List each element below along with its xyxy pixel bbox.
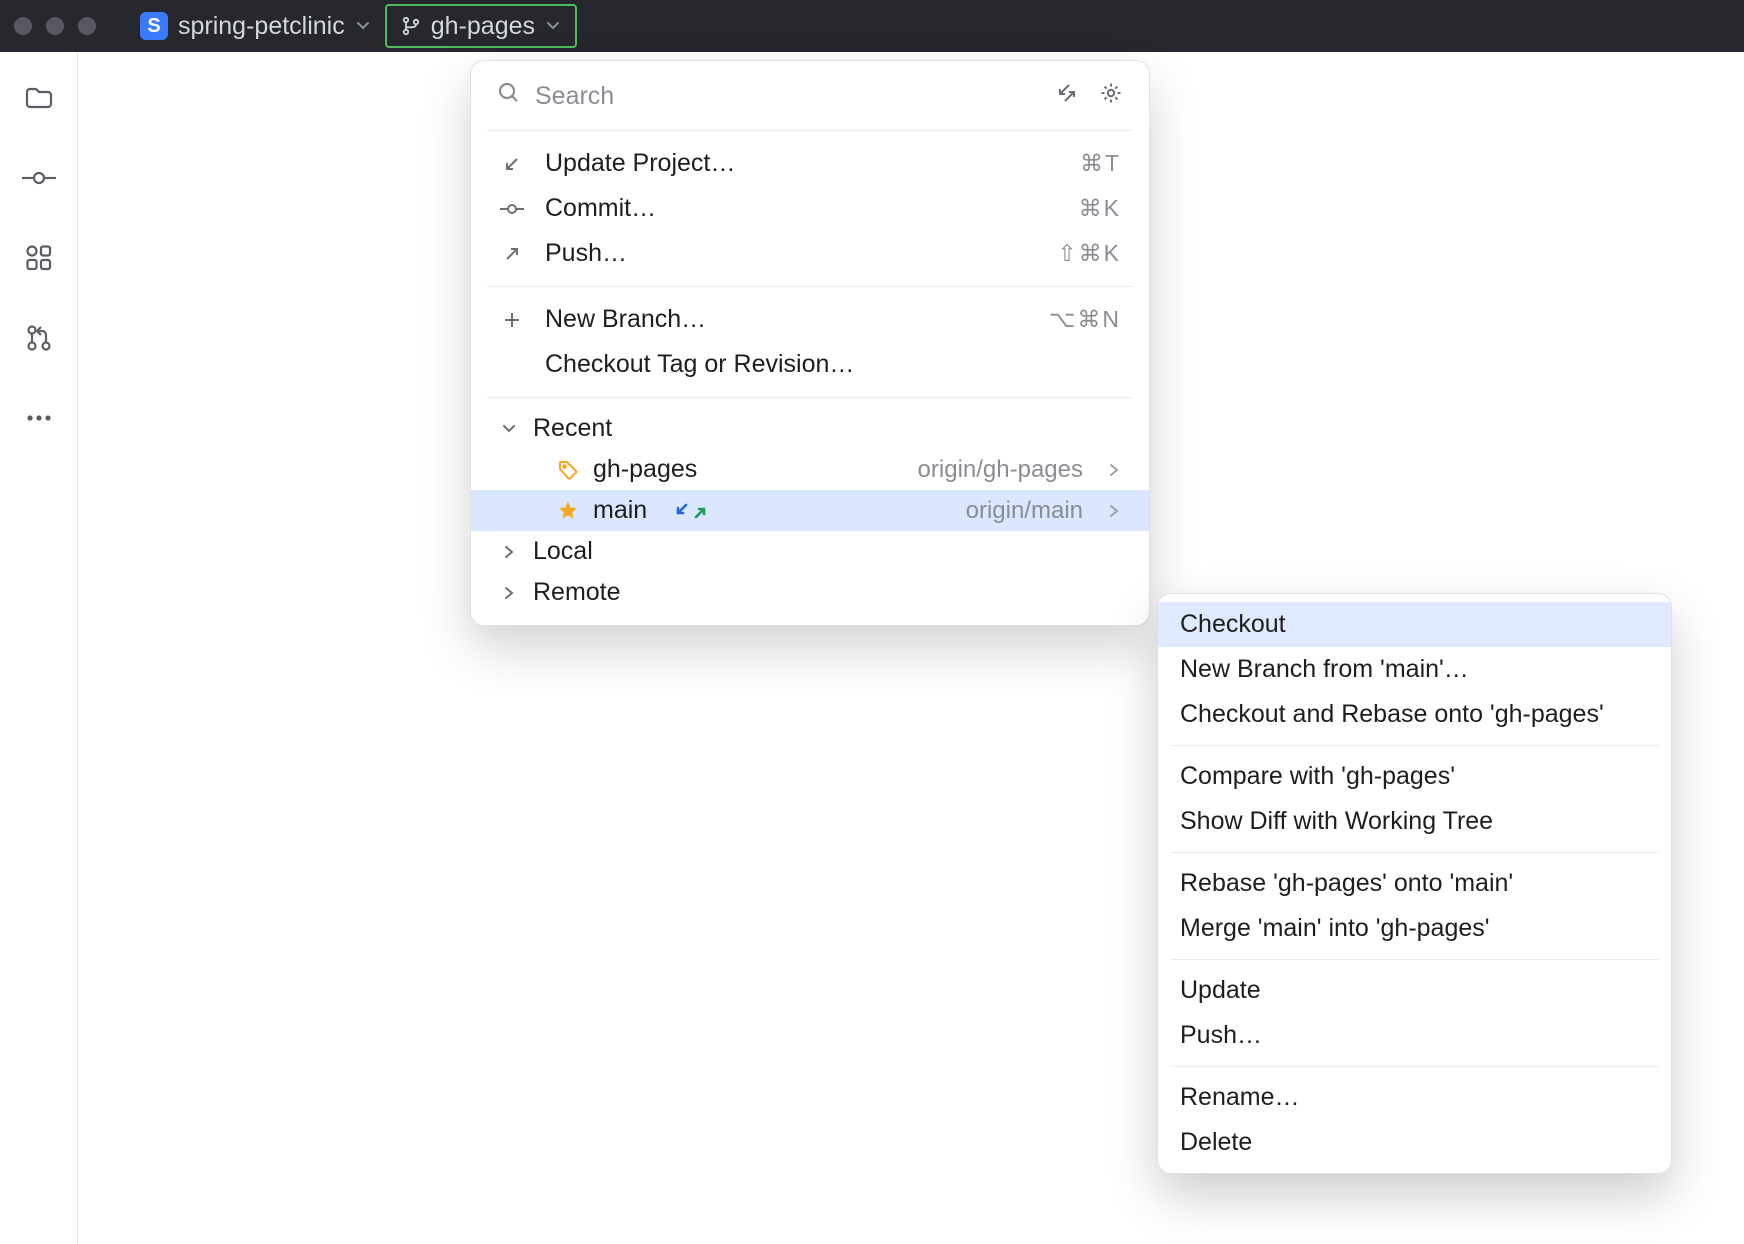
window-traffic-lights — [14, 17, 96, 35]
arrow-up-right-icon — [499, 244, 525, 264]
branch-name: gh-pages — [593, 455, 697, 484]
ctx-label: Push… — [1180, 1021, 1262, 1049]
ctx-delete[interactable]: Delete — [1158, 1120, 1671, 1165]
ctx-merge[interactable]: Merge 'main' into 'gh-pages' — [1158, 906, 1671, 951]
chevron-down-icon — [355, 18, 371, 34]
project-selector[interactable]: S spring-petclinic — [140, 12, 371, 41]
remote-label: Remote — [533, 578, 621, 607]
ctx-label: Checkout — [1180, 610, 1286, 638]
ctx-rebase[interactable]: Rebase 'gh-pages' onto 'main' — [1158, 861, 1671, 906]
pull-requests-tool-icon[interactable] — [21, 320, 57, 356]
ctx-label: Checkout and Rebase onto 'gh-pages' — [1180, 700, 1604, 728]
shortcut: ⌥⌘N — [1049, 306, 1121, 333]
ctx-push[interactable]: Push… — [1158, 1013, 1671, 1058]
shortcut: ⇧⌘K — [1057, 240, 1121, 267]
ctx-label: Rename… — [1180, 1083, 1300, 1111]
search-icon — [497, 81, 521, 112]
ctx-label: Delete — [1180, 1128, 1252, 1156]
branch-name: main — [593, 496, 647, 525]
new-branch-action[interactable]: New Branch… ⌥⌘N — [471, 297, 1149, 342]
recent-section-header[interactable]: Recent — [471, 408, 1149, 449]
push-action[interactable]: Push… ⇧⌘K — [471, 231, 1149, 276]
commit-tool-icon[interactable] — [21, 160, 57, 196]
branch-item-gh-pages[interactable]: gh-pages origin/gh-pages — [471, 449, 1149, 490]
chevron-right-icon — [1107, 455, 1121, 484]
chevron-down-icon — [499, 421, 519, 437]
ctx-label: Update — [1180, 976, 1261, 1004]
ctx-show-diff[interactable]: Show Diff with Working Tree — [1158, 799, 1671, 844]
branches-tree: Recent gh-pages origin/gh-pages main ori… — [471, 398, 1149, 613]
vcs-actions-section: Update Project… ⌘T Commit… ⌘K Push… ⇧⌘K — [471, 131, 1149, 276]
chevron-right-icon — [1107, 496, 1121, 525]
traffic-zoom-icon[interactable] — [78, 17, 96, 35]
incoming-outgoing-icon — [675, 502, 707, 520]
ctx-checkout-rebase[interactable]: Checkout and Rebase onto 'gh-pages' — [1158, 692, 1671, 737]
ctx-label: New Branch from 'main'… — [1180, 655, 1469, 683]
chevron-right-icon — [499, 545, 519, 559]
branches-popup: Update Project… ⌘T Commit… ⌘K Push… ⇧⌘K … — [470, 60, 1150, 626]
branch-selector[interactable]: gh-pages — [385, 4, 577, 48]
commit-action[interactable]: Commit… ⌘K — [471, 186, 1149, 231]
branch-ops-section: New Branch… ⌥⌘N Checkout Tag or Revision… — [471, 287, 1149, 387]
ctx-label: Rebase 'gh-pages' onto 'main' — [1180, 869, 1513, 897]
search-input[interactable] — [535, 82, 1041, 111]
arrow-down-left-icon — [499, 154, 525, 174]
current-branch-name: gh-pages — [431, 12, 535, 41]
left-toolbar — [0, 52, 78, 1244]
chevron-right-icon — [499, 586, 519, 600]
shortcut: ⌘T — [1080, 150, 1121, 177]
ctx-label: Show Diff with Working Tree — [1180, 807, 1493, 835]
traffic-close-icon[interactable] — [14, 17, 32, 35]
local-label: Local — [533, 537, 593, 566]
plus-icon — [499, 310, 525, 330]
titlebar: S spring-petclinic gh-pages — [0, 0, 1744, 52]
checkout-tag-label: Checkout Tag or Revision… — [545, 350, 854, 379]
tracking-remote: origin/main — [966, 497, 1083, 525]
divider — [1170, 1066, 1659, 1067]
tracking-remote: origin/gh-pages — [918, 456, 1083, 484]
structure-tool-icon[interactable] — [21, 240, 57, 276]
remote-section-header[interactable]: Remote — [471, 572, 1149, 613]
ctx-new-branch-from[interactable]: New Branch from 'main'… — [1158, 647, 1671, 692]
search-row — [471, 61, 1149, 130]
ctx-label: Merge 'main' into 'gh-pages' — [1180, 914, 1490, 942]
ctx-update[interactable]: Update — [1158, 968, 1671, 1013]
project-name: spring-petclinic — [178, 12, 345, 41]
branch-context-menu: Checkout New Branch from 'main'… Checkou… — [1157, 593, 1672, 1174]
project-icon: S — [140, 12, 168, 40]
shortcut: ⌘K — [1079, 195, 1121, 222]
branch-item-main[interactable]: main origin/main — [471, 490, 1149, 531]
divider — [1170, 959, 1659, 960]
ctx-checkout[interactable]: Checkout — [1158, 602, 1671, 647]
update-project-label: Update Project… — [545, 149, 735, 178]
divider — [1170, 852, 1659, 853]
divider — [1170, 745, 1659, 746]
ctx-compare[interactable]: Compare with 'gh-pages' — [1158, 754, 1671, 799]
more-tool-icon[interactable] — [21, 400, 57, 436]
project-tool-icon[interactable] — [21, 80, 57, 116]
commit-label: Commit… — [545, 194, 656, 223]
ctx-rename[interactable]: Rename… — [1158, 1075, 1671, 1120]
local-section-header[interactable]: Local — [471, 531, 1149, 572]
ctx-label: Compare with 'gh-pages' — [1180, 762, 1455, 790]
checkout-tag-action[interactable]: Checkout Tag or Revision… — [471, 342, 1149, 387]
traffic-minimize-icon[interactable] — [46, 17, 64, 35]
push-label: Push… — [545, 239, 627, 268]
new-branch-label: New Branch… — [545, 305, 706, 334]
chevron-down-icon — [545, 18, 561, 34]
commit-icon — [499, 202, 525, 216]
fetch-icon[interactable] — [1055, 81, 1079, 112]
star-icon — [557, 500, 579, 522]
branch-icon — [401, 16, 421, 36]
tag-icon — [557, 459, 579, 481]
recent-label: Recent — [533, 414, 612, 443]
gear-icon[interactable] — [1099, 81, 1123, 112]
update-project-action[interactable]: Update Project… ⌘T — [471, 141, 1149, 186]
